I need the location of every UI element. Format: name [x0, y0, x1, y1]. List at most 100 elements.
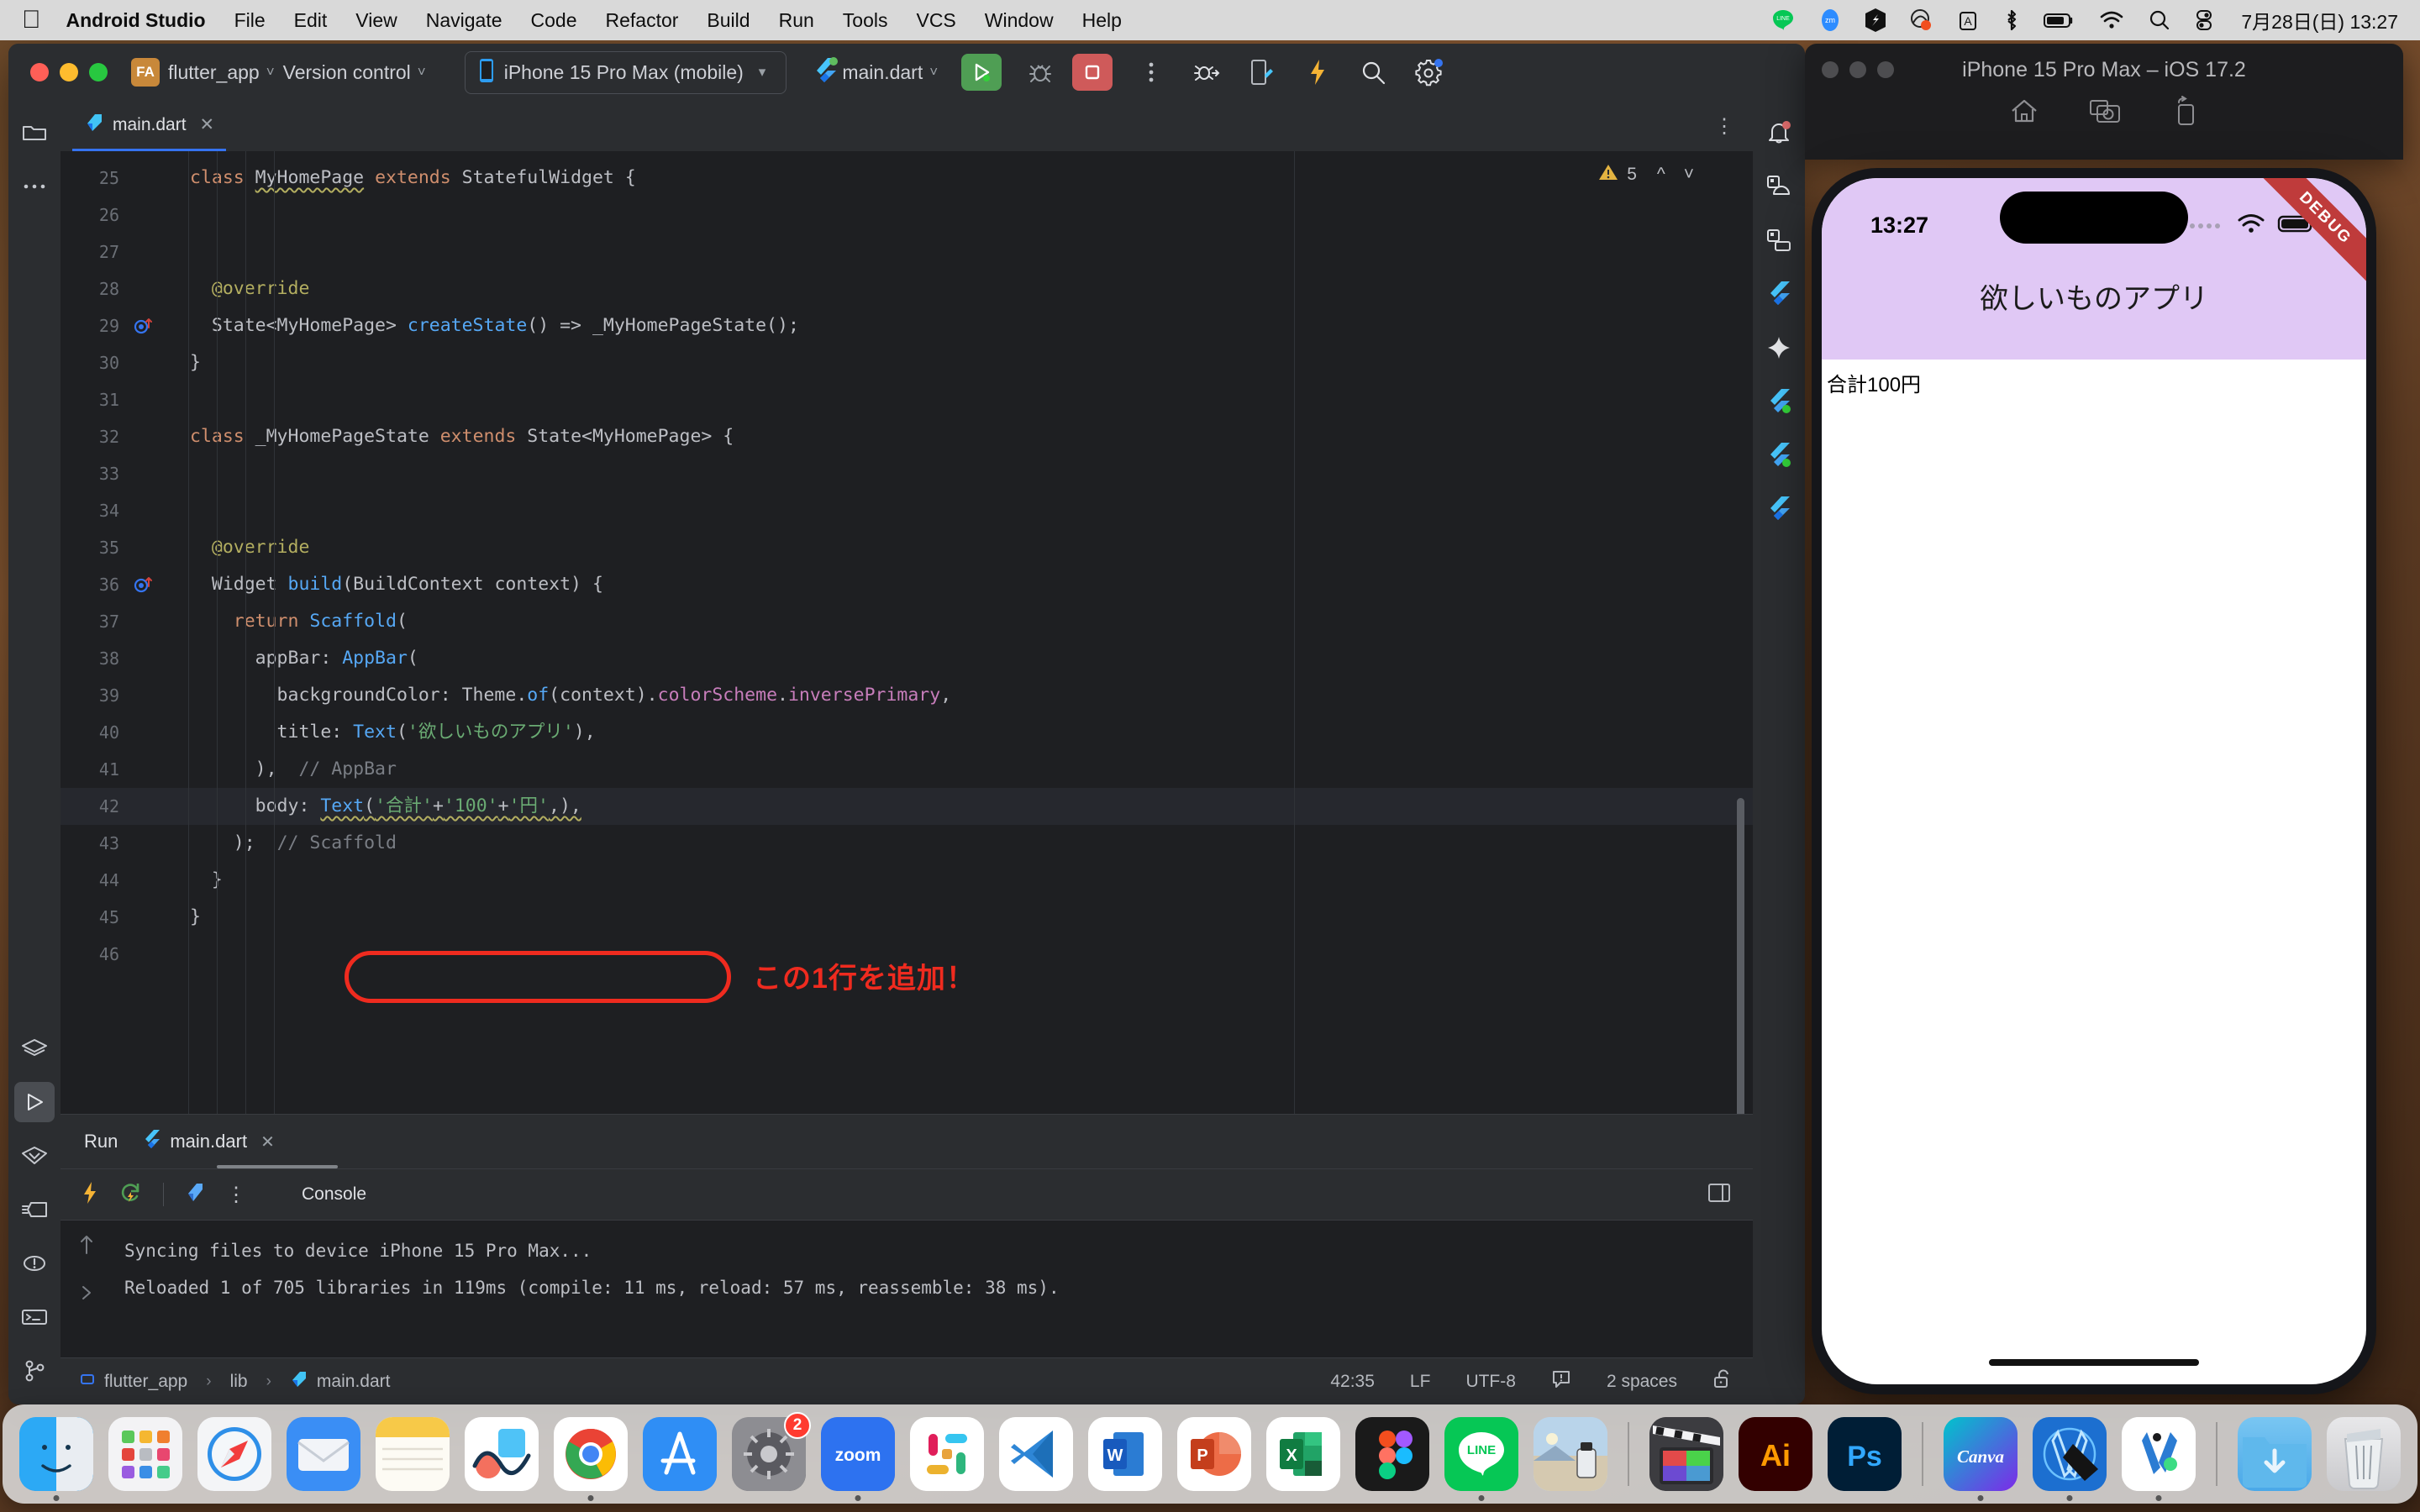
- code-editor[interactable]: 25 class MyHomePage extends StatefulWidge…: [60, 151, 1753, 1114]
- code-line[interactable]: 35 @override: [60, 529, 1753, 566]
- search-everywhere-icon[interactable]: [1356, 55, 1390, 89]
- line-icon[interactable]: LINE: [1770, 8, 1796, 33]
- version-control-button[interactable]: Version control: [283, 61, 411, 84]
- hot-restart-icon[interactable]: [119, 1180, 143, 1210]
- code-line[interactable]: 31: [60, 381, 1753, 418]
- sidebar-item-layers[interactable]: [14, 1028, 55, 1068]
- indent-setting[interactable]: 2 spaces: [1607, 1372, 1677, 1392]
- file-encoding[interactable]: UTF-8: [1465, 1372, 1516, 1392]
- code-line[interactable]: 32 class _MyHomePageState extends State<M…: [60, 418, 1753, 455]
- chevron-down-icon[interactable]: ˅: [266, 64, 275, 81]
- dock-item-figma[interactable]: [1352, 1414, 1433, 1494]
- breadcrumb-file[interactable]: main.dart: [317, 1372, 391, 1392]
- minimize-window-button[interactable]: [60, 63, 78, 81]
- code-line[interactable]: 38 appBar: AppBar(: [60, 640, 1753, 677]
- code-line[interactable]: 28 @override: [60, 270, 1753, 307]
- apple-icon[interactable]: : [22, 8, 41, 33]
- code-line[interactable]: 30}: [60, 344, 1753, 381]
- search-icon[interactable]: [2147, 8, 2170, 33]
- sidebar-item-build[interactable]: [14, 1189, 55, 1230]
- dock-item-finder[interactable]: [16, 1414, 97, 1501]
- dock-item-final-cut-pro[interactable]: [1646, 1414, 1727, 1494]
- menu-item-view[interactable]: View: [355, 9, 397, 32]
- dock-item-zoom[interactable]: zoom: [818, 1414, 898, 1501]
- dock-item-safari[interactable]: [194, 1414, 275, 1494]
- console-output-area[interactable]: Syncing files to device iPhone 15 Pro Ma…: [60, 1221, 1753, 1357]
- running-devices-icon[interactable]: [1759, 220, 1799, 260]
- code-line[interactable]: 45}: [60, 899, 1753, 936]
- menubar-clock[interactable]: 7月28日(日) 13:27: [2241, 6, 2398, 34]
- menu-item-navigate[interactable]: Navigate: [426, 9, 502, 32]
- code-line[interactable]: 26: [60, 197, 1753, 234]
- editor-more-options-icon[interactable]: ⋮: [1696, 114, 1753, 139]
- run-button[interactable]: [961, 54, 1002, 91]
- expand-icon[interactable]: [78, 1284, 95, 1306]
- close-window-button[interactable]: [30, 63, 49, 81]
- debug-icon[interactable]: [1023, 55, 1057, 89]
- dock-item-preview[interactable]: [1530, 1414, 1611, 1494]
- prev-problem-icon[interactable]: ^: [1657, 165, 1665, 185]
- simulator-screen[interactable]: 13:27 欲しいものアプリ 合計100円 DEBUG: [1822, 178, 2366, 1384]
- code-line[interactable]: 43 ); // Scaffold: [60, 825, 1753, 862]
- attach-debugger-icon[interactable]: [1190, 55, 1223, 89]
- maximize-window-button[interactable]: [89, 63, 108, 81]
- menu-item-vcs[interactable]: VCS: [916, 9, 955, 32]
- flutter-inspector-icon[interactable]: [1759, 274, 1799, 314]
- settings-icon[interactable]: [1412, 55, 1445, 89]
- device-manager-icon[interactable]: [1759, 166, 1799, 207]
- code-line[interactable]: 37 return Scaffold(: [60, 603, 1753, 640]
- flutter-outline-icon[interactable]: [1759, 435, 1799, 475]
- code-line[interactable]: 40 title: Text('欲しいものアプリ'),: [60, 714, 1753, 751]
- more-tool-windows-icon[interactable]: [14, 166, 55, 207]
- flutter-devtools-icon[interactable]: [1759, 489, 1799, 529]
- menu-item-window[interactable]: Window: [985, 9, 1054, 32]
- dock-item-app-store[interactable]: [639, 1414, 720, 1494]
- window-traffic-lights[interactable]: [30, 63, 108, 81]
- menu-item-edit[interactable]: Edit: [294, 9, 328, 32]
- tab-main-dart[interactable]: main.dart ✕: [72, 101, 227, 151]
- flutter-performance-icon[interactable]: [1759, 381, 1799, 422]
- dock-item-line[interactable]: LINE: [1441, 1414, 1522, 1501]
- menu-app-name[interactable]: Android Studio: [66, 9, 206, 32]
- dock-item-excel[interactable]: X: [1263, 1414, 1344, 1494]
- menu-item-refactor[interactable]: Refactor: [605, 9, 678, 32]
- breadcrumb-folder[interactable]: lib: [230, 1372, 248, 1392]
- dock-item-downloads-folder[interactable]: [2234, 1414, 2315, 1494]
- bluetooth-icon[interactable]: [2002, 8, 2021, 33]
- inspections-icon[interactable]: [1551, 1369, 1571, 1394]
- code-line[interactable]: 33: [60, 455, 1753, 492]
- dock-item-illustrator[interactable]: Ai: [1735, 1414, 1816, 1494]
- menu-item-tools[interactable]: Tools: [843, 9, 888, 32]
- dock-item-word[interactable]: W: [1085, 1414, 1165, 1494]
- menu-item-run[interactable]: Run: [779, 9, 814, 32]
- dock-item-mail[interactable]: [283, 1414, 364, 1494]
- device-selector[interactable]: iPhone 15 Pro Max (mobile) ▾: [464, 50, 787, 94]
- battery-icon[interactable]: [2043, 8, 2076, 33]
- more-options-icon[interactable]: ⋮: [226, 1183, 246, 1207]
- override-icon[interactable]: [126, 316, 161, 336]
- dock-item-freeform[interactable]: [461, 1414, 542, 1494]
- code-line[interactable]: 36 Widget build(BuildContext context) {: [60, 566, 1753, 603]
- sidebar-item-run[interactable]: [14, 1082, 55, 1122]
- dock-item-system-settings[interactable]: 2: [729, 1412, 811, 1494]
- layout-icon[interactable]: [1707, 1182, 1731, 1208]
- dock-item-slack[interactable]: [907, 1414, 987, 1494]
- project-name-label[interactable]: flutter_app: [168, 61, 260, 84]
- screenshot-icon[interactable]: [2089, 96, 2123, 132]
- chevron-down-icon[interactable]: ˅: [418, 64, 426, 81]
- code-line[interactable]: 41 ), // AppBar: [60, 751, 1753, 788]
- dock-item-powerpoint[interactable]: P: [1174, 1414, 1255, 1494]
- sidebar-item-problems[interactable]: [14, 1243, 55, 1284]
- run-config-label[interactable]: main.dart: [842, 61, 923, 84]
- dock-item-android-studio[interactable]: [2118, 1414, 2199, 1501]
- open-devtools-icon[interactable]: [184, 1180, 206, 1210]
- wifi-icon[interactable]: [2098, 8, 2125, 33]
- sidebar-item-project[interactable]: [14, 113, 55, 153]
- dock-item-canva[interactable]: Canva: [1940, 1414, 2021, 1501]
- code-line[interactable]: 25 class MyHomePage extends StatefulWidge…: [60, 160, 1753, 197]
- control-center-icon[interactable]: [2192, 8, 2216, 33]
- device-mirror-icon[interactable]: [1245, 55, 1279, 89]
- lock-icon[interactable]: [1712, 1368, 1734, 1394]
- code-line[interactable]: 44 }: [60, 862, 1753, 899]
- code-line[interactable]: 42 body: Text('合計'+'100'+'円',),: [60, 788, 1753, 825]
